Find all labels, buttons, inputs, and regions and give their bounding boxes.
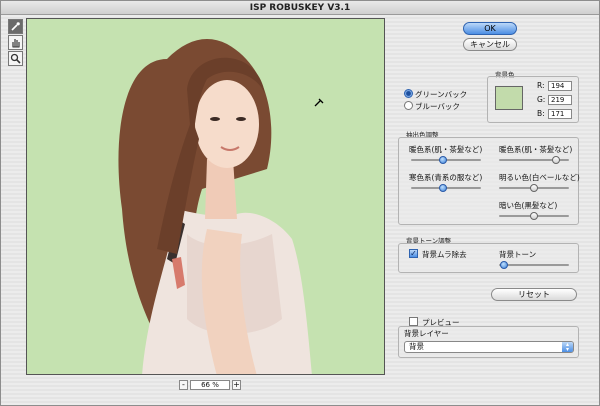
slider-thumb[interactable] (438, 156, 447, 164)
tone-label: 背景トーン (499, 250, 537, 259)
dark-slider[interactable] (499, 212, 569, 220)
zoom-in-button[interactable]: + (232, 379, 241, 390)
zoom-icon (10, 53, 21, 64)
plugin-window: ISP ROBUSKEY V3.1 - 66 % + OK キャンセル グリーン… (0, 0, 600, 406)
cancel-button[interactable]: キャンセル (463, 38, 517, 51)
zoom-bar: - 66 % + (179, 379, 241, 390)
slider-thumb[interactable] (438, 184, 447, 192)
warm-slider-right[interactable] (499, 156, 569, 164)
slider-thumb[interactable] (530, 212, 538, 220)
remove-unevenness-checkbox[interactable]: ✓ (409, 249, 418, 258)
eyedropper-tool[interactable] (8, 19, 23, 34)
hand-tool[interactable] (8, 35, 23, 50)
hand-icon (12, 39, 20, 48)
select-arrows-icon: ▴ ▾ (562, 342, 573, 353)
preview-photo (27, 19, 384, 374)
slider-thumb[interactable] (499, 261, 508, 269)
bright-label: 明るい色(白ベールなど) (499, 173, 580, 182)
slider-thumb[interactable] (552, 156, 561, 164)
layer-select-value: 背景 (409, 342, 424, 351)
g-field[interactable]: 219 (548, 95, 572, 105)
r-label: R: (537, 81, 545, 90)
b-field[interactable]: 171 (548, 109, 572, 119)
dark-label: 暗い色(黒髪など) (499, 201, 558, 210)
g-label: G: (537, 95, 546, 104)
zoom-level: 66 % (190, 379, 230, 390)
toolbar (8, 19, 24, 67)
b-label: B: (537, 109, 545, 118)
bright-slider[interactable] (499, 184, 569, 192)
preview-checkbox[interactable] (409, 317, 418, 326)
warm-label-left: 暖色系(肌・茶髪など) (409, 145, 483, 154)
zoom-tool[interactable] (8, 51, 23, 66)
reset-button[interactable]: リセット (491, 288, 577, 301)
remove-unevenness-label: 背景ムラ除去 (422, 250, 467, 259)
slider-track (499, 264, 569, 266)
eyedropper-icon (11, 22, 20, 31)
green-back-label: グリーンバック (415, 90, 468, 99)
tone-slider[interactable] (499, 261, 569, 269)
warm-slider-left[interactable] (411, 156, 481, 164)
layer-title: 背景レイヤー (404, 329, 449, 338)
blue-back-radio[interactable] (404, 101, 413, 110)
zoom-out-button[interactable]: - (179, 379, 188, 390)
layer-select[interactable]: 背景 ▴ ▾ (404, 341, 574, 353)
blue-back-label: ブルーバック (415, 102, 460, 111)
warm-label-right: 暖色系(肌・茶髪など) (499, 145, 573, 154)
cool-slider[interactable] (411, 184, 481, 192)
preview-canvas[interactable] (26, 18, 385, 375)
window-title: ISP ROBUSKEY V3.1 (1, 1, 599, 15)
green-back-radio[interactable] (404, 89, 413, 98)
bg-color-swatch[interactable] (495, 86, 523, 110)
slider-thumb[interactable] (530, 184, 538, 192)
r-field[interactable]: 194 (548, 81, 572, 91)
ok-button[interactable]: OK (463, 22, 517, 35)
cool-label: 寒色系(青系の服など) (409, 173, 483, 182)
